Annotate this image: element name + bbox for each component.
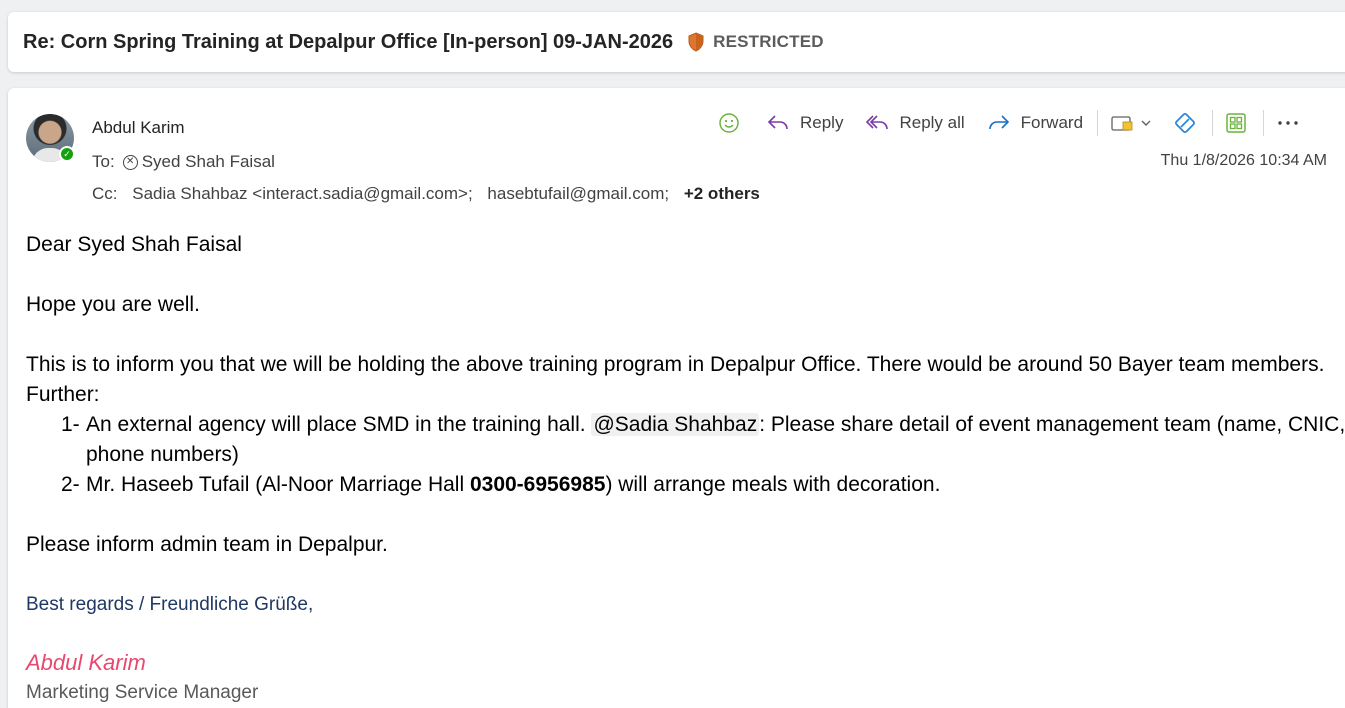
list-text: ) will arrange meals with decoration.: [605, 473, 941, 496]
sent-timestamp: Thu 1/8/2026 10:34 AM: [1160, 152, 1327, 169]
reply-all-button[interactable]: Reply all: [865, 113, 965, 133]
list-item: 2- Mr. Haseeb Tufail (Al-Noor Marriage H…: [26, 470, 1345, 500]
reply-label: Reply: [800, 113, 844, 132]
subject-bar: Re: Corn Spring Training at Depalpur Off…: [8, 12, 1345, 72]
presence-available-icon: ✓: [59, 146, 75, 162]
email-subject: Re: Corn Spring Training at Depalpur Off…: [23, 30, 674, 53]
message-pane: ✓ Abdul Karim To: ✕ Syed Shah Faisal Cc:…: [8, 88, 1345, 708]
reply-button[interactable]: Reply: [766, 113, 843, 133]
reply-all-icon: [866, 115, 889, 130]
forward-label: Forward: [1020, 113, 1084, 132]
signature-title: Marketing Service Manager: [26, 682, 259, 703]
apps-icon: [1226, 113, 1246, 133]
mark-tag-dropdown[interactable]: [1110, 113, 1152, 133]
more-icon: [1278, 121, 1298, 125]
list-number: 1-: [61, 413, 80, 436]
sender-name[interactable]: Abdul Karim: [92, 118, 185, 138]
list-text: An external agency will place SMD in the…: [86, 413, 592, 436]
to-line: To: ✕ Syed Shah Faisal: [92, 152, 275, 172]
cc-recipient[interactable]: hasebtufail@gmail.com;: [487, 184, 669, 203]
to-label: To:: [92, 152, 115, 171]
blocked-icon: ✕: [122, 154, 138, 170]
mention[interactable]: @Sadia Shahbaz: [591, 413, 760, 436]
toolbar-divider: [1263, 110, 1265, 136]
smiley-icon: [719, 113, 739, 133]
forward-button[interactable]: Forward: [987, 113, 1083, 133]
reply-all-label: Reply all: [899, 113, 965, 132]
diamond-link-icon: [1175, 113, 1196, 133]
phone-number: 0300-6956985: [469, 473, 606, 496]
copilot-button[interactable]: [1172, 110, 1198, 136]
list-item: 1- An external agency will place SMD in …: [26, 410, 1345, 470]
signature-name: Abdul Karim: [26, 650, 146, 675]
reply-icon: [767, 115, 788, 130]
emoji-react-button[interactable]: [718, 112, 740, 134]
signature-regards: Best regards / Freundliche Grüße,: [26, 594, 314, 615]
more-actions-button[interactable]: [1276, 118, 1300, 128]
toolbar-divider: [1097, 110, 1099, 136]
toolbar-divider: [1212, 110, 1214, 136]
list-text: Mr. Haseeb Tufail (Al-Noor Marriage Hall: [86, 473, 470, 496]
cc-label: Cc:: [92, 184, 118, 203]
shield-icon: [687, 32, 705, 52]
recipient-name[interactable]: Syed Shah Faisal: [142, 152, 275, 172]
cc-recipient[interactable]: Sadia Shahbaz <interact.sadia@gmail.com>…: [132, 184, 472, 203]
closing-line: Please inform admin team in Depalpur.: [26, 533, 388, 556]
forward-icon: [988, 115, 1009, 130]
sensitivity-label[interactable]: RESTRICTED: [713, 32, 824, 52]
apps-button[interactable]: [1225, 112, 1247, 134]
greeting: Dear Syed Shah Faisal: [26, 233, 242, 256]
message-toolbar: Reply Reply all Forward: [718, 108, 1314, 138]
message-body: Dear Syed Shah Faisal Hope you are well.…: [26, 230, 1345, 708]
body-line: Hope you are well.: [26, 293, 200, 316]
list-number: 2-: [61, 473, 80, 496]
body-paragraph: This is to inform you that we will be ho…: [26, 353, 1325, 406]
cc-more-button[interactable]: +2 others: [684, 184, 760, 203]
tag-icon: [1111, 116, 1133, 131]
chevron-down-icon: [1141, 120, 1151, 126]
cc-line: Cc: Sadia Shahbaz <interact.sadia@gmail.…: [92, 184, 770, 204]
